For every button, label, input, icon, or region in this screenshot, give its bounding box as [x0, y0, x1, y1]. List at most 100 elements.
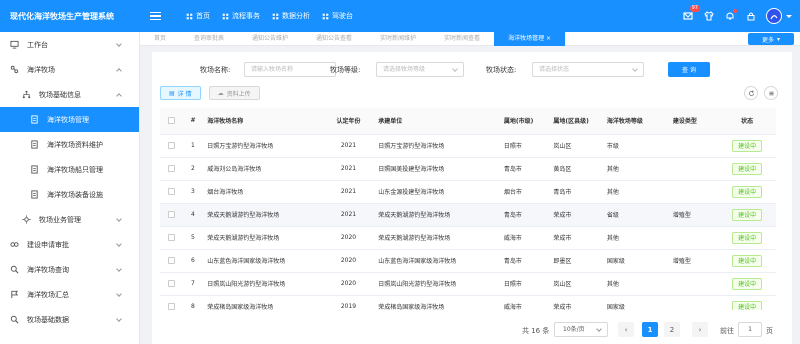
user-menu-caret-icon[interactable] — [786, 14, 792, 18]
row-status: 建设中 — [718, 295, 776, 310]
row-builder: 山东蓝色海洋国家级海洋牧场 — [374, 249, 500, 273]
page-2-button[interactable]: 2 — [664, 322, 680, 337]
lock-button[interactable] — [745, 11, 756, 22]
row-checkbox[interactable] — [167, 303, 175, 310]
sidebar-item-ocean-ranch[interactable]: 海洋牧场 — [0, 57, 139, 82]
chevron-down-icon — [452, 66, 458, 72]
tab-news-maintenance[interactable]: 实时新闻维护 — [366, 32, 430, 46]
notification-button[interactable] — [724, 8, 737, 22]
table-row[interactable]: 5 荣成天鹅湖游钓型海洋牧场 2020 荣成天鹅湖游钓型海洋牧场 威海市 荣成市 其他 建设中 — [160, 226, 776, 250]
sidebar-item-label: 牧场基础数据 — [27, 315, 69, 324]
monitor-icon — [10, 40, 19, 49]
table-row[interactable]: 3 烟台海洋牧场 2021 山东金源投建型海洋牧场 烟台市 青岛市 其他 建设中 — [160, 180, 776, 204]
sidebar-item-ranch-ship-management[interactable]: 海洋牧场船只管理 — [0, 157, 139, 182]
row-index: 2 — [182, 157, 204, 181]
sidebar-item-ranch-data-maintenance[interactable]: 海洋牧场资料维护 — [0, 132, 139, 157]
page-size-select[interactable]: 10条/页 — [554, 322, 608, 337]
row-status: 建设中 — [718, 226, 776, 250]
tab-query-approval[interactable]: 查询审批表 — [180, 32, 238, 46]
sidebar-item-ranch-base-data[interactable]: 牧场基础数据 — [0, 307, 139, 332]
pagination-total: 共 16 条 — [522, 327, 550, 335]
sidebar-item-ranch-management[interactable]: 海洋牧场管理 — [0, 107, 139, 132]
refresh-button[interactable] — [744, 86, 758, 100]
table-row[interactable]: 7 日照岚山阳光游钓型海洋牧场 2020 日照岚山阳光游钓型海洋牧场 日照市 岚山区 其他建… — [160, 272, 776, 296]
sidebar-item-construction-approval[interactable]: 建设申请审批 — [0, 232, 139, 257]
nav-analytics-label: 数据分析 — [282, 12, 310, 20]
goto-input[interactable]: 1 — [738, 322, 762, 337]
message-button[interactable]: 97 — [682, 4, 700, 22]
level-select[interactable]: 请选择牧场等级 — [376, 62, 464, 77]
nav-dashboard[interactable]: 驾驶台 — [322, 11, 353, 21]
sidebar-item-label: 海洋牧场 — [27, 65, 55, 74]
tab-notice-maintenance[interactable]: 通知公告维护 — [238, 32, 302, 46]
upload-button[interactable]: ☁ 资料上传 — [208, 86, 260, 100]
tab-notice-view[interactable]: 通知公告查看 — [302, 32, 366, 46]
link-icon — [10, 240, 19, 249]
chevron-down-icon — [116, 216, 122, 222]
sidebar-item-ranch-query[interactable]: 海洋牧场查询 — [0, 257, 139, 282]
row-checkbox[interactable] — [167, 234, 175, 241]
avatar[interactable] — [766, 8, 782, 24]
table-row[interactable]: 8 荣成楮岛国家级海洋牧场 2019 荣成楮岛国家级海洋牧场 威海市 荣成市 国家级 建设中 — [160, 295, 776, 310]
row-district: 荣成市 — [549, 226, 603, 250]
close-icon[interactable]: × — [546, 35, 551, 42]
prev-page-button[interactable]: ‹ — [618, 322, 634, 337]
row-year: 2021 — [322, 134, 375, 158]
nav-flow[interactable]: 流程事务 — [222, 11, 260, 21]
row-checkbox[interactable] — [167, 257, 175, 264]
bell-icon — [726, 12, 733, 20]
sidebar-item-label: 牧场基础信息 — [39, 90, 81, 99]
sidebar-item-label: 海洋牧场管理 — [47, 115, 89, 124]
row-checkbox[interactable] — [167, 211, 175, 218]
row-level: 其他 — [602, 157, 669, 181]
goto-unit: 页 — [766, 327, 773, 335]
sidebar-item-label: 海洋牧场查询 — [27, 265, 69, 274]
table-row[interactable]: 4 荣成天鹅湖游钓型海洋牧场 2021 荣成天鹅湖游钓型海洋牧场 青岛市 荣成市 省级 增殖型… — [160, 203, 776, 227]
detail-button[interactable]: ▤ 详 情 — [160, 86, 201, 100]
top-nav: 首页 流程事务 数据分析 驾驶台 — [186, 11, 353, 21]
menu-toggle-icon[interactable] — [150, 0, 172, 32]
nav-analytics[interactable]: 数据分析 — [272, 11, 310, 21]
row-district: 荣成市 — [549, 295, 603, 310]
tab-label: 海洋牧场管理 — [508, 34, 545, 42]
row-checkbox[interactable] — [167, 142, 175, 149]
tab-ranch-management[interactable]: 海洋牧场管理 × — [494, 31, 566, 46]
sidebar-item-ranch-equipment[interactable]: 海洋牧场装备设施 — [0, 182, 139, 207]
row-name: 荣成天鹅湖游钓型海洋牧场 — [203, 203, 323, 227]
table-row[interactable]: 2 威海刘公岛海洋牧场 2021 日照国美投建型海洋牧场 青岛市 黄岛区 其他 建设中 — [160, 157, 776, 181]
row-checkbox[interactable] — [167, 280, 175, 287]
col-year[interactable]: 认定年份 — [322, 108, 375, 135]
more-button[interactable]: 更多 ▾ — [748, 33, 794, 45]
status-badge: 建设中 — [732, 300, 763, 310]
table-row[interactable]: 1 日照万宝游钓型海洋牧场 2021 日照万宝游钓型海洋牧场 日照市 岚山区 市级 建设中 — [160, 134, 776, 158]
row-type — [668, 226, 719, 250]
chart-icon — [272, 13, 279, 19]
row-level: 市级 — [602, 134, 669, 158]
tab-home[interactable]: 首页 — [140, 32, 180, 46]
row-year: 2021 — [322, 180, 375, 204]
row-type — [668, 295, 719, 310]
sidebar-item-ranch-summary[interactable]: 海洋牧场汇总 — [0, 282, 139, 307]
row-status: 建设中 — [718, 203, 776, 227]
chevron-down-icon: ▾ — [777, 35, 781, 43]
row-checkbox[interactable] — [167, 188, 175, 195]
row-checkbox[interactable] — [167, 165, 175, 172]
shirt-button[interactable] — [703, 11, 714, 22]
select-all-checkbox[interactable] — [167, 117, 175, 125]
sidebar-item-ranch-business[interactable]: 牧场业务管理 — [0, 207, 139, 232]
columns-button[interactable] — [764, 86, 778, 100]
next-page-button[interactable]: › — [692, 322, 708, 337]
sidebar-item-workbench[interactable]: 工作台 — [0, 32, 139, 57]
tab-news-view[interactable]: 实时新闻查看 — [430, 32, 494, 46]
table-row[interactable]: 6 山东蓝色海洋国家级海洋牧场 2020 山东蓝色海洋国家级海洋牧场 青岛市 即墨区 国家级… — [160, 249, 776, 273]
col-builder: 承建单位 — [374, 108, 500, 135]
name-input[interactable]: 请输入牧场名称 — [244, 62, 336, 77]
row-district: 岚山区 — [549, 134, 603, 158]
sidebar-item-ranch-basic-info[interactable]: 牧场基础信息 — [0, 82, 139, 107]
page-1-button[interactable]: 1 — [642, 322, 658, 337]
nav-home[interactable]: 首页 — [186, 11, 210, 21]
search-button[interactable]: 查 询 — [668, 62, 710, 77]
status-select[interactable]: 请选择状态 — [532, 62, 644, 77]
row-select-cell — [160, 295, 183, 310]
shirt-icon — [703, 11, 714, 21]
